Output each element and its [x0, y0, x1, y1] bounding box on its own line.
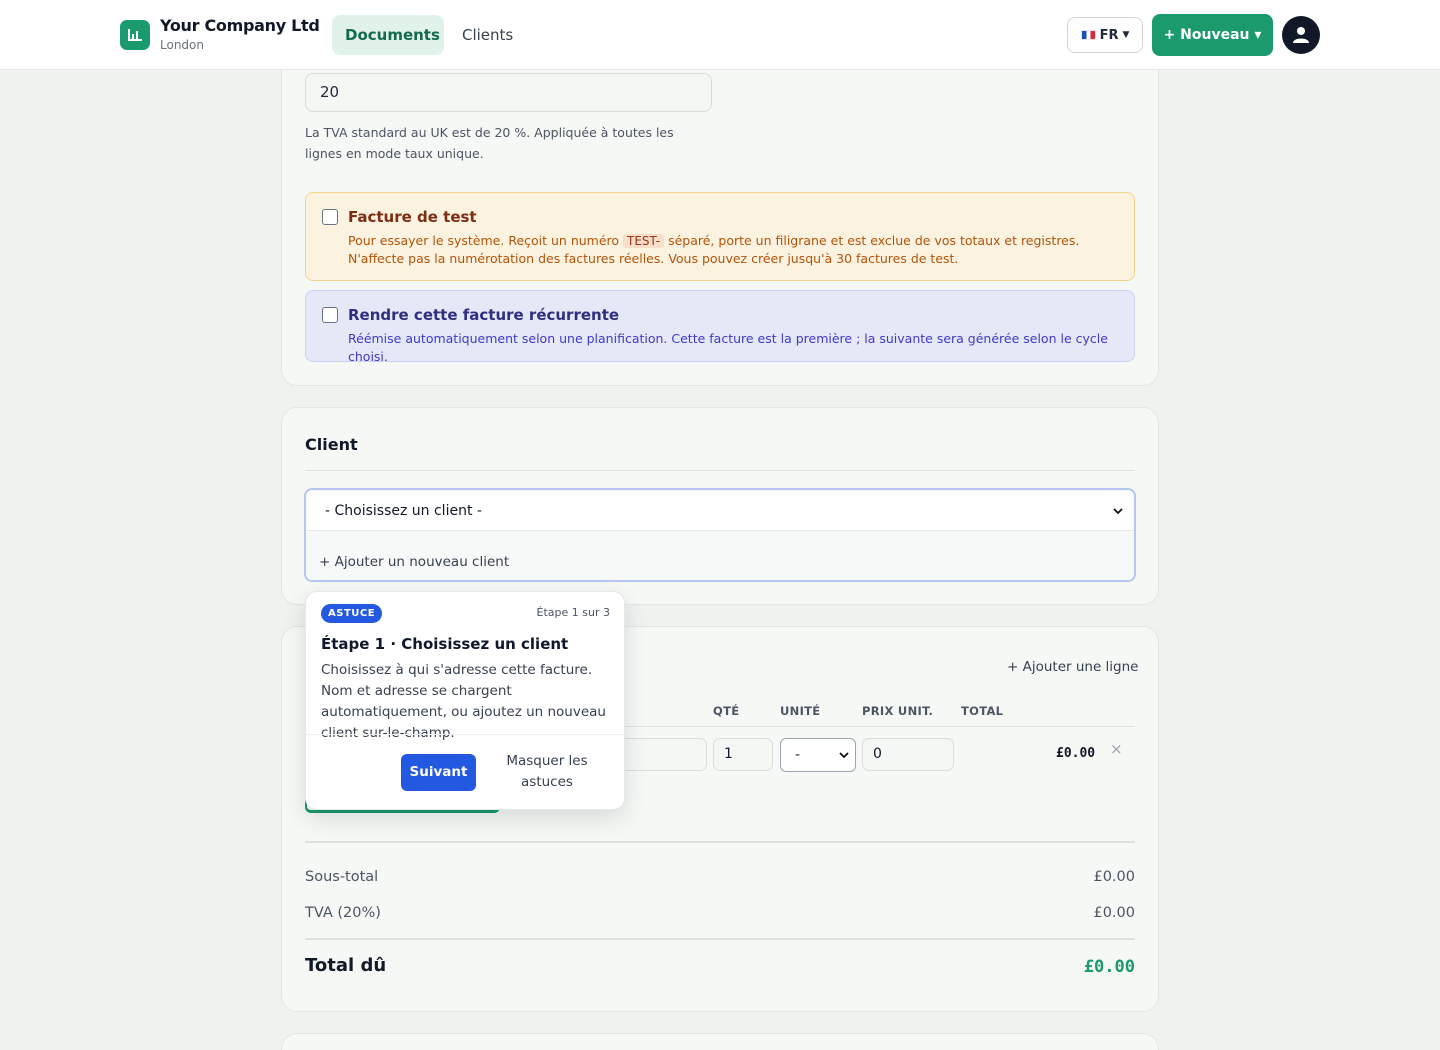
add-line-link[interactable]: + Ajouter une ligne	[1007, 659, 1139, 675]
test-invoice-option: Facture de test Pour essayer le système.…	[305, 192, 1135, 281]
test-invoice-title: Facture de test	[348, 208, 477, 226]
recurring-invoice-title: Rendre cette facture récurrente	[348, 306, 620, 324]
column-header-unit: UNITÉ	[780, 704, 821, 718]
grand-total-divider	[305, 938, 1135, 940]
tip-badge: ASTUCE	[321, 604, 383, 623]
flag-fr-icon	[1080, 30, 1096, 40]
test-invoice-description: Pour essayer le système. Reçoit un numér…	[348, 233, 1080, 266]
line-unit-price-input[interactable]: 0	[862, 738, 954, 771]
subtotal-label: Sous-total	[305, 869, 379, 885]
user-icon	[1293, 27, 1309, 43]
client-select[interactable]: - Choisissez un client -	[307, 491, 1133, 531]
tip-body: Choisissez à qui s'adresse cette facture…	[321, 662, 606, 741]
chevron-down-icon	[1113, 508, 1123, 515]
vat-rate-input[interactable]: 20	[305, 73, 712, 112]
caret-down-icon: ▼	[1122, 30, 1130, 40]
subtotal-value: £0.00	[1093, 869, 1135, 885]
totals-divider	[305, 841, 1135, 843]
vat-help-text: La TVA standard au UK est de 20 %. Appli…	[305, 125, 674, 161]
tip-title: Étape 1 · Choisissez un client	[321, 635, 569, 653]
tip-divider	[306, 734, 624, 735]
total-due-label: Total dû	[305, 955, 387, 976]
company-logo-icon[interactable]	[120, 20, 150, 50]
recurring-invoice-description: Réémise automatiquement selon une planif…	[348, 331, 1108, 364]
test-prefix-code: TEST-	[623, 234, 665, 248]
line-unit-select[interactable]: -	[780, 738, 856, 772]
column-header-unit-price: PRIX UNIT.	[862, 704, 934, 718]
chevron-down-icon	[839, 752, 849, 759]
tip-next-button[interactable]: Suivant	[401, 754, 476, 791]
user-avatar[interactable]	[1282, 16, 1320, 54]
line-qty-input[interactable]: 1	[713, 738, 773, 771]
test-invoice-checkbox[interactable]	[322, 209, 338, 225]
tip-step-counter: Étape 1 sur 3	[536, 606, 610, 619]
client-section-title: Client	[305, 435, 358, 454]
tab-documents[interactable]: Documents	[332, 15, 444, 55]
tab-clients[interactable]: Clients	[449, 15, 526, 55]
language-switcher-button[interactable]: FR ▼	[1067, 17, 1143, 53]
recurring-invoice-option: Rendre cette facture récurrente Réémise …	[305, 290, 1135, 364]
client-picker: - Choisissez un client - + Ajouter un no…	[304, 488, 1136, 582]
client-divider	[305, 470, 1135, 471]
company-name: Your Company Ltd	[160, 16, 320, 35]
next-section-card	[281, 1033, 1159, 1050]
language-code: FR	[1099, 27, 1119, 43]
vat-total-label: TVA (20%)	[305, 905, 381, 921]
line-unit-value: -	[795, 747, 801, 763]
company-city: London	[160, 38, 204, 52]
delete-line-icon[interactable]: ×	[1110, 740, 1123, 758]
new-document-button[interactable]: + Nouveau ▾	[1152, 14, 1273, 56]
onboarding-tooltip: ASTUCE Étape 1 sur 3 Étape 1 · Choisisse…	[305, 591, 625, 810]
add-new-client-link[interactable]: + Ajouter un nouveau client	[319, 554, 509, 570]
vat-total-value: £0.00	[1093, 905, 1135, 921]
column-header-total: TOTAL	[961, 704, 1004, 718]
tip-hide-button[interactable]: Masquer les astuces	[502, 751, 592, 793]
client-select-value: - Choisissez un client -	[325, 503, 482, 519]
recurring-invoice-checkbox[interactable]	[322, 307, 338, 323]
top-navigation-bar: Your Company Ltd London Documents Client…	[0, 0, 1440, 70]
column-header-qty: QTÉ	[713, 704, 740, 718]
line-total: £0.00	[1056, 746, 1096, 761]
total-due-value: £0.00	[1083, 957, 1135, 977]
